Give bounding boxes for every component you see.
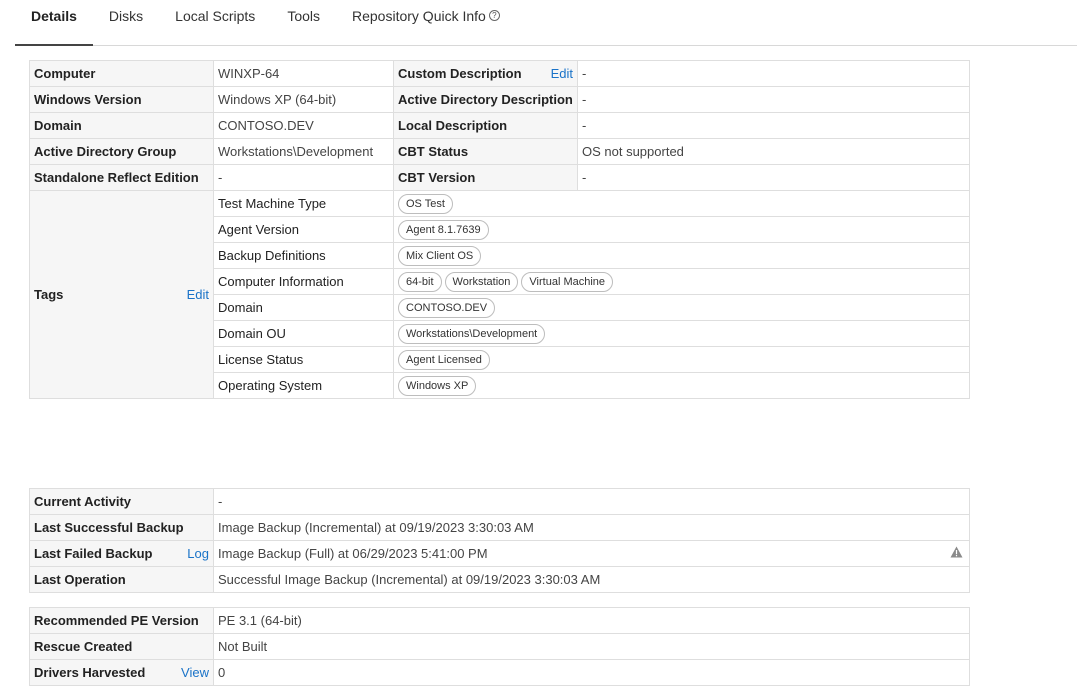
tag-name: Computer Information <box>213 268 394 295</box>
table-row: Last Operation Successful Image Backup (… <box>29 566 970 593</box>
custom-description-value: - <box>577 60 970 87</box>
edit-tags-link[interactable]: Edit <box>187 287 209 302</box>
edit-custom-description-link[interactable]: Edit <box>551 66 573 81</box>
last-successful-backup-value: Image Backup (Incremental) at 09/19/2023… <box>213 514 970 541</box>
domain-label: Domain <box>29 112 214 139</box>
tag-chip: Agent 8.1.7639 <box>398 219 489 240</box>
table-row: Last Failed Backup Log Image Backup (Ful… <box>29 540 970 567</box>
domain-value: CONTOSO.DEV <box>213 112 394 139</box>
warning-triangle-icon <box>950 546 963 561</box>
ad-description-label: Active Directory Description <box>393 86 578 113</box>
tag-row: Tags Edit Test Machine Type OS Test <box>29 190 970 399</box>
table-row: Computer WINXP-64 Custom Description Edi… <box>29 60 970 87</box>
computer-value: WINXP-64 <box>213 60 394 87</box>
table-row: Domain CONTOSO.DEV Local Description - <box>29 112 970 139</box>
details-table: Computer WINXP-64 Custom Description Edi… <box>29 60 970 399</box>
tab-local-scripts[interactable]: Local Scripts <box>159 0 271 45</box>
tag-chip: Workstation <box>444 271 519 292</box>
cbt-status-label: CBT Status <box>393 138 578 165</box>
pe-version-label: Recommended PE Version <box>29 607 214 634</box>
tag-name: License Status <box>213 346 394 373</box>
tag-values: Agent 8.1.7639 <box>393 216 970 243</box>
cbt-version-label: CBT Version <box>393 164 578 191</box>
question-circle-icon[interactable]: ? <box>488 10 500 21</box>
tab-disks[interactable]: Disks <box>93 0 159 45</box>
tag-values: CONTOSO.DEV <box>393 294 970 321</box>
tag-values: 64-bit Workstation Virtual Machine <box>393 268 970 295</box>
table-row: Last Successful Backup Image Backup (Inc… <box>29 514 970 541</box>
tag-chip: 64-bit <box>398 271 442 292</box>
local-description-label: Local Description <box>393 112 578 139</box>
rescue-created-label: Rescue Created <box>29 633 214 660</box>
tag-values: OS Test <box>393 190 970 217</box>
last-failed-backup-label: Last Failed Backup Log <box>29 540 214 567</box>
activity-table: Current Activity - Last Successful Backu… <box>29 488 970 593</box>
tag-name: Backup Definitions <box>213 242 394 269</box>
tag-values: Mix Client OS <box>393 242 970 269</box>
tag-chip: OS Test <box>398 193 453 214</box>
tag-name: Test Machine Type <box>213 190 394 217</box>
ad-group-label: Active Directory Group <box>29 138 214 165</box>
drivers-harvested-value: 0 <box>213 659 970 686</box>
tags-label: Tags Edit <box>29 190 214 399</box>
standalone-edition-value: - <box>213 164 394 191</box>
windows-version-value: Windows XP (64-bit) <box>213 86 394 113</box>
tab-tools[interactable]: Tools <box>271 0 336 45</box>
windows-version-label: Windows Version <box>29 86 214 113</box>
table-row: Standalone Reflect Edition - CBT Version… <box>29 164 970 191</box>
table-row: Recommended PE Version PE 3.1 (64-bit) <box>29 607 970 634</box>
tag-values: Workstations\Development <box>393 320 970 347</box>
tag-name: Agent Version <box>213 216 394 243</box>
tag-chip: Windows XP <box>398 375 477 396</box>
tag-chip: Agent Licensed <box>398 349 490 370</box>
current-activity-label: Current Activity <box>29 488 214 515</box>
tab-bar: Details Disks Local Scripts Tools Reposi… <box>15 0 1077 46</box>
tag-chip: Mix Client OS <box>398 245 482 266</box>
rescue-created-value: Not Built <box>213 633 970 660</box>
tab-repository-quick-info[interactable]: Repository Quick Info ? <box>336 0 516 45</box>
table-row: Drivers Harvested View 0 <box>29 659 970 686</box>
tag-name: Domain <box>213 294 394 321</box>
tag-chip: Virtual Machine <box>521 271 614 292</box>
view-drivers-link[interactable]: View <box>181 665 209 680</box>
table-row: Windows Version Windows XP (64-bit) Acti… <box>29 86 970 113</box>
cbt-version-value: - <box>577 164 970 191</box>
last-operation-label: Last Operation <box>29 566 214 593</box>
tag-values: Windows XP <box>393 372 970 399</box>
tag-values: Agent Licensed <box>393 346 970 373</box>
computer-label: Computer <box>29 60 214 87</box>
current-activity-value: - <box>213 488 970 515</box>
cbt-status-value: OS not supported <box>577 138 970 165</box>
table-row: Rescue Created Not Built <box>29 633 970 660</box>
standalone-edition-label: Standalone Reflect Edition <box>29 164 214 191</box>
tag-name: Domain OU <box>213 320 394 347</box>
tab-details[interactable]: Details <box>15 0 93 46</box>
last-failed-backup-value: Image Backup (Full) at 06/29/2023 5:41:0… <box>218 546 488 561</box>
ad-group-value: Workstations\Development <box>213 138 394 165</box>
view-log-link[interactable]: Log <box>187 546 209 561</box>
pe-version-value: PE 3.1 (64-bit) <box>213 607 970 634</box>
local-description-value: - <box>577 112 970 139</box>
last-successful-backup-label: Last Successful Backup <box>29 514 214 541</box>
last-operation-value: Successful Image Backup (Incremental) at… <box>213 566 970 593</box>
last-failed-backup-cell: Image Backup (Full) at 06/29/2023 5:41:0… <box>213 540 970 567</box>
rescue-table: Recommended PE Version PE 3.1 (64-bit) R… <box>29 607 970 686</box>
tag-name: Operating System <box>213 372 394 399</box>
table-row: Current Activity - <box>29 488 970 515</box>
table-row: Active Directory Group Workstations\Deve… <box>29 138 970 165</box>
tag-chip: CONTOSO.DEV <box>398 297 496 318</box>
ad-description-value: - <box>577 86 970 113</box>
drivers-harvested-label: Drivers Harvested View <box>29 659 214 686</box>
custom-description-label: Custom Description Edit <box>393 60 578 87</box>
tag-chip: Workstations\Development <box>398 323 546 344</box>
